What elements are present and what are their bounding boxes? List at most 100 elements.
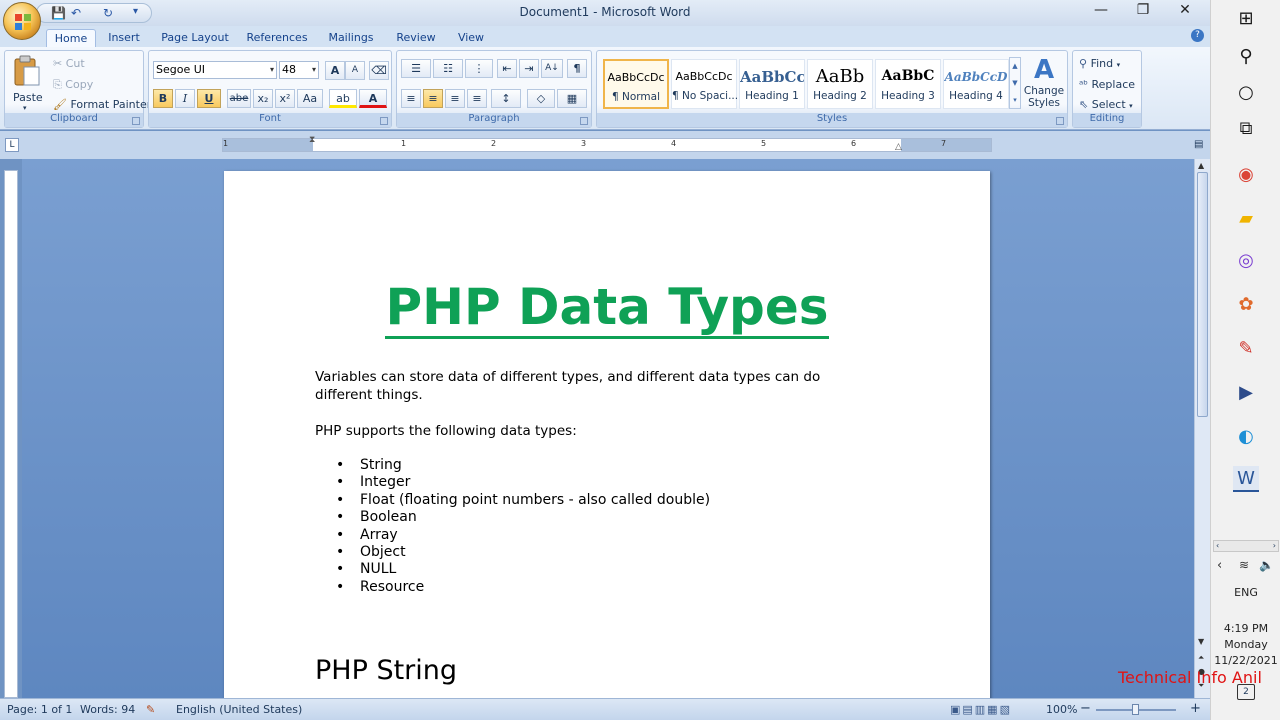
sort-button[interactable]: A↓ <box>541 59 563 78</box>
styles-scroll[interactable]: ▲ ▼ ▾ <box>1009 57 1021 109</box>
style-heading-1[interactable]: AaBbCc Heading 1 <box>739 59 805 109</box>
zoom-level[interactable]: 100% <box>1046 703 1077 716</box>
grow-font-button[interactable]: A <box>325 61 345 80</box>
tab-insert[interactable]: Insert <box>102 29 146 47</box>
word-count[interactable]: Words: 94 <box>80 703 135 716</box>
media-player-icon[interactable]: ▶ <box>1233 380 1259 406</box>
input-language[interactable]: ENG <box>1211 586 1280 599</box>
document-page[interactable]: PHP Data Types Variables can store data … <box>224 171 990 698</box>
search-icon[interactable]: ⚲ <box>1233 44 1259 70</box>
tab-home[interactable]: Home <box>46 29 96 47</box>
browser-icon[interactable]: ◎ <box>1233 248 1259 274</box>
find-button[interactable]: ⚲ Find ▾ <box>1079 57 1120 70</box>
view-buttons[interactable]: ▣▤▥▦▧ <box>950 703 1012 716</box>
xampp-icon[interactable]: ✿ <box>1233 292 1259 318</box>
tab-selector[interactable]: L <box>5 138 19 152</box>
windows-start-icon[interactable]: ⊞ <box>1233 6 1259 32</box>
zoom-out-button[interactable]: − <box>1080 701 1091 716</box>
vertical-ruler[interactable] <box>4 170 18 698</box>
tray-scrollbar[interactable]: ‹ › <box>1213 540 1279 552</box>
dialog-launcher-icon[interactable] <box>132 117 140 125</box>
task-view-icon[interactable]: ⧉ <box>1233 116 1259 142</box>
change-styles-button[interactable]: A Change Styles <box>1023 55 1065 111</box>
tab-mailings[interactable]: Mailings <box>324 29 378 47</box>
scroll-thumb[interactable] <box>1197 172 1208 417</box>
clear-formatting-button[interactable]: ⌫ <box>369 61 389 80</box>
align-center-button[interactable]: ≡ <box>423 89 443 108</box>
tab-references[interactable]: References <box>244 29 310 47</box>
volume-muted-icon[interactable]: 🔈 <box>1259 558 1274 572</box>
shading-button[interactable]: ◇ <box>527 89 555 108</box>
file-explorer-icon[interactable]: ▰ <box>1233 206 1259 232</box>
highlight-button[interactable]: ab <box>329 89 357 108</box>
style-heading-3[interactable]: AaBbC Heading 3 <box>875 59 941 109</box>
tab-view[interactable]: View <box>452 29 490 47</box>
scroll-down-icon[interactable]: ▼ <box>1198 637 1204 646</box>
paste-button[interactable]: Paste ▾ <box>11 55 43 112</box>
change-case-button[interactable]: Aa <box>297 89 323 108</box>
paint-icon[interactable]: ✎ <box>1233 336 1259 362</box>
minimize-button[interactable]: — <box>1084 2 1118 22</box>
style-heading-4[interactable]: AaBbCcD Heading 4 <box>943 59 1009 109</box>
underline-button[interactable]: U <box>197 89 221 108</box>
show-formatting-button[interactable]: ¶ <box>567 59 587 78</box>
font-group: Segoe UI ▾ 48 ▾ A A ⌫ B I U abe x₂ x² Aa a… <box>148 50 392 128</box>
edge-icon[interactable]: ◐ <box>1233 424 1259 450</box>
indent-marker[interactable]: ⧗ <box>309 135 315 145</box>
style-heading-2[interactable]: AaBb Heading 2 <box>807 59 873 109</box>
copy-button[interactable]: ⎘ Copy <box>53 78 93 92</box>
page-count[interactable]: Page: 1 of 1 <box>7 703 72 716</box>
zoom-slider-knob[interactable] <box>1132 704 1139 715</box>
word-taskbar-icon[interactable]: W <box>1233 466 1259 492</box>
line-spacing-button[interactable]: ↕ <box>491 89 521 108</box>
dialog-launcher-icon[interactable] <box>1056 117 1064 125</box>
right-indent-marker[interactable]: △ <box>895 142 902 152</box>
multilevel-list-button[interactable]: ⋮ <box>465 59 493 78</box>
bold-button[interactable]: B <box>153 89 173 108</box>
help-icon[interactable]: ? <box>1191 29 1204 42</box>
format-painter-button[interactable]: 🖌 Format Painter <box>53 98 151 111</box>
select-button[interactable]: ⇖ Select ▾ <box>1079 98 1133 111</box>
close-button[interactable]: ✕ <box>1168 2 1202 22</box>
style-normal[interactable]: AaBbCcDc ¶ Normal <box>603 59 669 109</box>
strikethrough-button[interactable]: abe <box>227 89 251 108</box>
zoom-in-button[interactable]: + <box>1190 701 1201 716</box>
align-right-button[interactable]: ≡ <box>445 89 465 108</box>
decrease-indent-button[interactable]: ⇤ <box>497 59 517 78</box>
view-ruler-icon[interactable]: ▤ <box>1194 139 1206 151</box>
scroll-up-icon[interactable]: ▲ <box>1198 161 1204 170</box>
cortana-icon[interactable]: ○ <box>1233 80 1259 106</box>
align-left-button[interactable]: ≡ <box>401 89 421 108</box>
dialog-launcher-icon[interactable] <box>380 117 388 125</box>
wifi-icon[interactable]: ≋ <box>1239 558 1249 572</box>
cut-button[interactable]: ✂ Cut <box>53 57 85 70</box>
clock-time[interactable]: 4:19 PM <box>1211 622 1280 635</box>
previous-page-icon[interactable]: ⏶ <box>1198 653 1204 663</box>
increase-indent-button[interactable]: ⇥ <box>519 59 539 78</box>
tab-review[interactable]: Review <box>392 29 440 47</box>
language-indicator[interactable]: English (United States) <box>176 703 302 716</box>
shrink-font-button[interactable]: A <box>345 61 365 80</box>
vertical-scrollbar[interactable]: ▲ ▼ ⏶ ● ⏷ <box>1194 159 1210 698</box>
superscript-button[interactable]: x² <box>275 89 295 108</box>
show-hidden-icons-icon[interactable]: ‹ <box>1217 558 1222 573</box>
dialog-launcher-icon[interactable] <box>580 117 588 125</box>
style-no-spacing[interactable]: AaBbCcDc ¶ No Spaci... <box>671 59 738 109</box>
subscript-button[interactable]: x₂ <box>253 89 273 108</box>
zoom-slider[interactable] <box>1096 704 1176 715</box>
horizontal-ruler[interactable]: 1 1 2 3 4 5 6 7 ⧗ △ <box>222 135 992 152</box>
font-size-combo[interactable]: 48 ▾ <box>279 61 319 79</box>
justify-button[interactable]: ≡ <box>467 89 487 108</box>
tab-page-layout[interactable]: Page Layout <box>158 29 232 47</box>
font-name-combo[interactable]: Segoe UI ▾ <box>153 61 277 79</box>
font-color-button[interactable]: A <box>359 89 387 108</box>
bullets-button[interactable]: ☰ <box>401 59 431 78</box>
italic-button[interactable]: I <box>175 89 195 108</box>
office-button[interactable] <box>3 2 41 40</box>
numbering-button[interactable]: ☷ <box>433 59 463 78</box>
proofing-icon[interactable]: ✎ <box>146 703 155 716</box>
borders-button[interactable]: ▦ <box>557 89 587 108</box>
restore-button[interactable]: ❐ <box>1126 2 1160 22</box>
chrome-icon[interactable]: ◉ <box>1233 162 1259 188</box>
replace-button[interactable]: ᵃᵇ Replace <box>1079 78 1135 91</box>
